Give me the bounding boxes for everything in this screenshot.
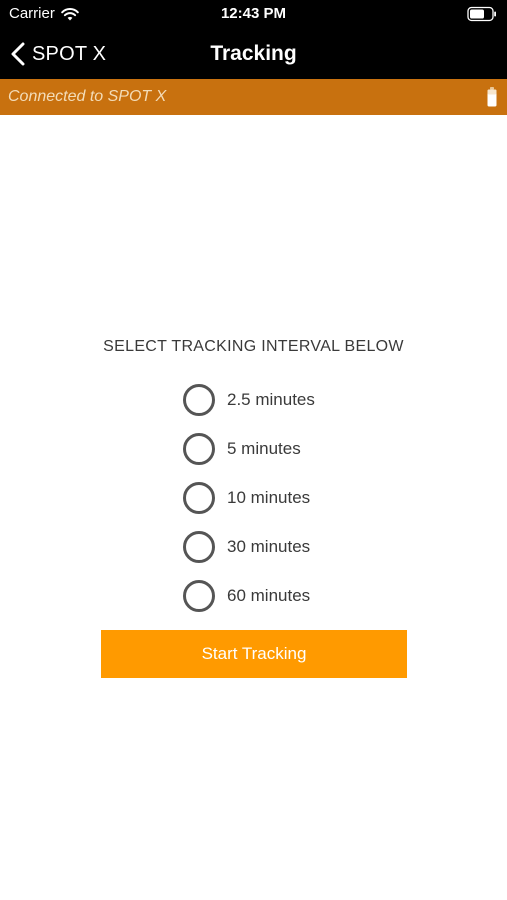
status-time: 12:43 PM: [220, 5, 287, 22]
battery-icon: [467, 6, 496, 22]
interval-option-60-min[interactable]: 60 minutes: [183, 571, 315, 620]
device-battery-icon: [487, 87, 497, 107]
radio-button-icon[interactable]: [183, 481, 215, 514]
radio-button-icon[interactable]: [183, 383, 215, 416]
interval-option-2-5-min[interactable]: 2.5 minutes: [183, 375, 315, 424]
radio-button-icon[interactable]: [183, 579, 215, 612]
interval-option-label: 5 minutes: [227, 438, 301, 458]
interval-option-label: 2.5 minutes: [227, 389, 315, 409]
interval-option-label: 30 minutes: [227, 536, 311, 556]
start-tracking-button[interactable]: Start Tracking: [101, 630, 407, 678]
page-title: Tracking: [210, 42, 297, 65]
status-bar: Carrier 12:43 PM: [0, 0, 507, 30]
interval-option-30-min[interactable]: 30 minutes: [183, 522, 315, 571]
interval-option-10-min[interactable]: 10 minutes: [183, 473, 315, 522]
connection-status-text: Connected to SPOT X: [8, 88, 167, 105]
interval-option-label: 60 minutes: [227, 585, 311, 605]
tracking-content: SELECT TRACKING INTERVAL BELOW 2.5 minut…: [0, 115, 507, 900]
interval-option-label: 10 minutes: [227, 487, 311, 507]
interval-option-5-min[interactable]: 5 minutes: [183, 424, 315, 473]
interval-option-list: 2.5 minutes 5 minutes 10 minutes 30 minu…: [183, 375, 315, 620]
nav-bar: SPOT X Tracking: [0, 30, 507, 79]
radio-button-icon[interactable]: [183, 530, 215, 563]
tracking-screen: Carrier 12:43 PM SPOT X Tracking Connect…: [0, 0, 507, 900]
tracking-interval-heading: SELECT TRACKING INTERVAL BELOW: [103, 338, 404, 355]
connection-banner: Connected to SPOT X: [0, 79, 507, 115]
radio-button-icon[interactable]: [183, 432, 215, 465]
